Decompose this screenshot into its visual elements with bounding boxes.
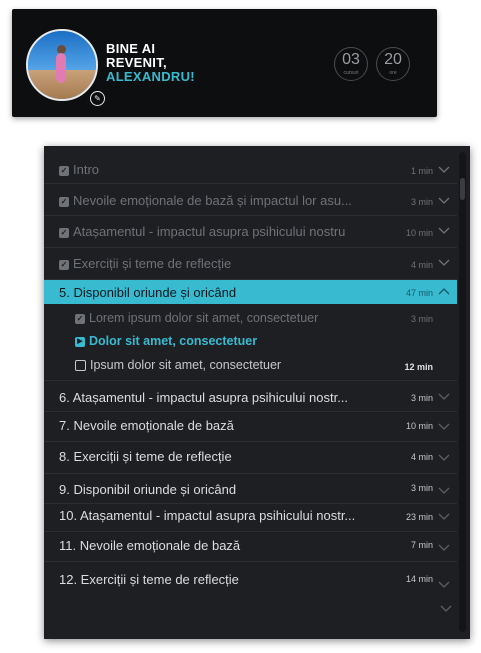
courses-count: 03 cursuri — [334, 47, 368, 81]
lesson-duration: 14 min — [405, 574, 433, 584]
sublesson-title-text: Dolor sit amet, consectetuer — [89, 334, 258, 348]
sublesson-title-text: Lorem ipsum dolor sit amet, consectetuer — [89, 311, 319, 325]
lesson-row-6[interactable]: 6. Atașamentul - impactul asupra psihicu… — [44, 380, 457, 412]
lesson-title: 5. Disponibil oriunde și oricând — [59, 285, 237, 300]
lesson-duration: 3 min — [410, 393, 433, 403]
lesson-title: ✓ Atașamentul - impactul asupra psihiculu… — [59, 224, 345, 239]
chevron-down-icon[interactable] — [437, 486, 451, 496]
lesson-title: 11. Nevoile emoționale de bază — [59, 538, 241, 553]
lesson-row-10[interactable]: 10. Atașamentul - impactul asupra psihic… — [44, 504, 457, 532]
lesson-row-4[interactable]: ✓ Exerciții și teme de reflecție 4 min — [44, 248, 457, 280]
lesson-row-11[interactable]: 11. Nevoile emoționale de bază 7 min — [44, 532, 457, 562]
checkbox-empty-icon[interactable] — [75, 360, 86, 372]
chevron-down-icon[interactable] — [437, 453, 451, 463]
checkbox-checked-icon: ✓ — [59, 165, 69, 176]
lesson-title: 8. Exerciții și teme de reflecție — [59, 449, 232, 464]
sublesson-row-2[interactable]: ▶ Dolor sit amet, consectetuer — [44, 328, 457, 352]
lesson-title: ✓ Exerciții și teme de reflecție — [59, 256, 231, 271]
lesson-row-7[interactable]: 7. Nevoile emoționale de bază 10 min — [44, 412, 457, 442]
checkbox-checked-icon: ✓ — [59, 259, 69, 270]
avatar-person — [56, 53, 66, 83]
chevron-down-icon[interactable] — [437, 543, 451, 553]
lesson-title-text: Exerciții și teme de reflecție — [73, 256, 232, 271]
chevron-down-icon[interactable] — [437, 258, 451, 268]
welcome-card: ✎ BINE AI REVENIT, ALEXANDRU! 03 cursuri… — [12, 9, 437, 117]
chevron-down-icon[interactable] — [437, 196, 451, 206]
lesson-row-2[interactable]: ✓ Nevoile emoționale de bază și impactul … — [44, 184, 457, 216]
lesson-title: ✓ Intro — [59, 162, 99, 177]
checkbox-checked-icon: ✓ — [59, 196, 69, 207]
lesson-row-1[interactable]: ✓ Intro 1 min — [44, 152, 457, 184]
lesson-duration: 23 min — [405, 512, 433, 522]
lesson-title-text: Atașamentul - impactul asupra psihicului… — [73, 224, 346, 239]
courses-count-label: cursuri — [343, 70, 359, 76]
chevron-down-icon[interactable] — [437, 512, 451, 522]
lesson-title: ✓ Nevoile emoționale de bază și impactul … — [59, 193, 352, 208]
lesson-title: 12. Exerciții și teme de reflecție — [59, 572, 239, 587]
lesson-row-3[interactable]: ✓ Atașamentul - impactul asupra psihiculu… — [44, 216, 457, 248]
lesson-duration: 10 min — [405, 421, 433, 431]
lesson-title-text: Nevoile emoționale de bază și impactul l… — [73, 193, 352, 208]
chevron-down-icon[interactable] — [437, 392, 451, 402]
sublesson-title: ✓ Lorem ipsum dolor sit amet, consectetue… — [75, 311, 318, 325]
hours-count-value: 20 — [384, 51, 402, 68]
lesson-row-8[interactable]: 8. Exerciții și teme de reflecție 4 min — [44, 442, 457, 474]
sublesson-duration: 3 min — [410, 314, 433, 324]
hours-count-label: ore — [389, 70, 397, 76]
avatar[interactable] — [26, 29, 98, 101]
lesson-duration: 1 min — [410, 166, 433, 176]
chevron-down-icon[interactable] — [437, 226, 451, 236]
hours-count: 20 ore — [376, 47, 410, 81]
chevron-down-icon[interactable] — [437, 422, 451, 432]
lesson-duration: 7 min — [410, 540, 433, 550]
checkbox-checked-icon: ✓ — [59, 227, 69, 238]
chevron-down-icon[interactable] — [437, 165, 451, 175]
sublesson-title-text: Ipsum dolor sit amet, consectetuer — [90, 358, 282, 372]
scrollbar[interactable] — [459, 152, 466, 632]
greeting-line-1: BINE AI — [106, 41, 156, 56]
sublesson-duration: 12 min — [404, 362, 433, 372]
lesson-duration: 4 min — [410, 260, 433, 270]
sublesson-row-1[interactable]: ✓ Lorem ipsum dolor sit amet, consectetue… — [44, 304, 457, 328]
courses-count-value: 03 — [342, 51, 360, 68]
lesson-row-9[interactable]: 9. Disponibil oriunde și oricând 3 min — [44, 474, 457, 504]
lesson-title: 10. Atașamentul - impactul asupra psihic… — [59, 508, 356, 523]
lesson-row-5[interactable]: 5. Disponibil oriunde și oricând 47 min — [44, 280, 457, 304]
greeting-line-2: REVENIT, — [106, 55, 167, 70]
chevron-up-icon[interactable] — [437, 286, 451, 296]
lesson-title: 6. Atașamentul - impactul asupra psihicu… — [59, 390, 349, 405]
chevron-down-icon[interactable] — [440, 604, 452, 614]
lesson-title-text: Intro — [73, 162, 100, 177]
lesson-panel: ✓ Intro 1 min ✓ Nevoile emoționale de bază… — [44, 146, 470, 639]
edit-icon[interactable]: ✎ — [90, 91, 105, 106]
sublesson-title: ▶ Dolor sit amet, consectetuer — [75, 334, 257, 348]
lesson-row-12[interactable]: 12. Exerciții și teme de reflecție 14 mi… — [44, 562, 457, 596]
lesson-duration: 10 min — [405, 228, 433, 238]
sublesson-title: Ipsum dolor sit amet, consectetuer — [75, 358, 281, 372]
user-name: ALEXANDRU! — [106, 69, 195, 84]
lesson-duration: 3 min — [410, 197, 433, 207]
chevron-down-icon[interactable] — [437, 580, 451, 590]
lesson-title: 9. Disponibil oriunde și oricând — [59, 482, 237, 497]
lesson-duration: 47 min — [405, 288, 433, 298]
lesson-title: 7. Nevoile emoționale de bază — [59, 418, 234, 433]
greeting: BINE AI REVENIT, ALEXANDRU! — [106, 42, 195, 84]
sublesson-row-3[interactable]: Ipsum dolor sit amet, consectetuer 12 mi… — [44, 352, 457, 380]
lesson-duration: 4 min — [410, 452, 433, 462]
lesson-duration: 3 min — [410, 483, 433, 493]
checkbox-checked-icon: ✓ — [75, 313, 85, 324]
play-icon: ▶ — [75, 336, 85, 347]
scrollbar-thumb[interactable] — [460, 178, 465, 200]
